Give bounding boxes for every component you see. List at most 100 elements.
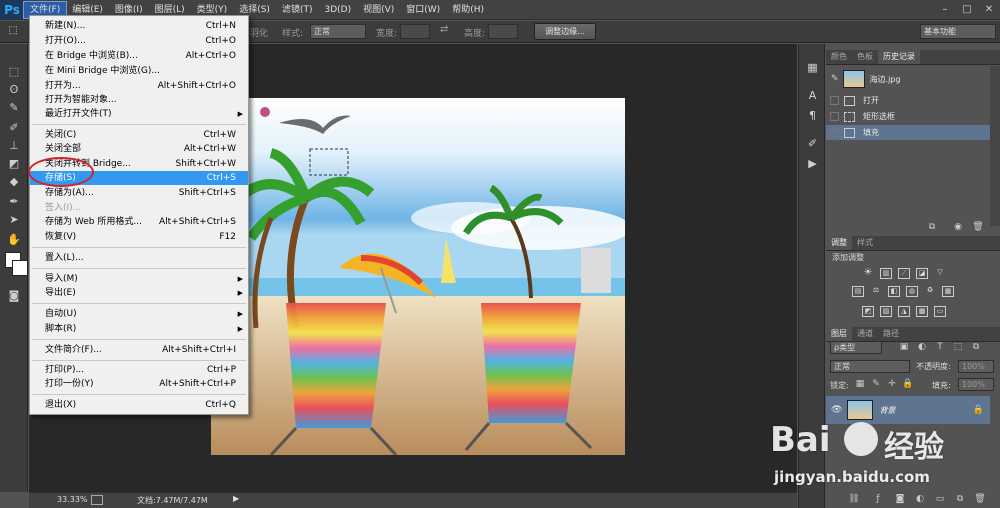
history-state-open[interactable]: 打开 [826, 93, 990, 108]
filter-pixel-icon[interactable]: ▣ [898, 341, 910, 353]
menu-item-automate[interactable]: 自动(U) ▶ [30, 307, 248, 321]
tool-presets-icon[interactable]: ✐ [804, 136, 821, 152]
quick-mask-icon[interactable]: ◙ [5, 288, 23, 304]
menu-item-open-smart-object[interactable]: 打开为智能对象... [30, 93, 248, 107]
style-select[interactable]: 正常 [310, 24, 366, 39]
threshold-icon[interactable]: ◮ [898, 306, 910, 317]
trash-icon[interactable]: 🗑 [972, 221, 984, 233]
lock-image-icon[interactable]: ✎ [870, 378, 882, 390]
menu-item-browse-bridge[interactable]: 在 Bridge 中浏览(B)... Alt+Ctrl+O [30, 49, 248, 63]
menu-item-new[interactable]: 新建(N)... Ctrl+N [30, 19, 248, 33]
history-checkbox[interactable] [830, 96, 839, 105]
exposure-icon[interactable]: ◪ [916, 268, 928, 279]
brightness-icon[interactable]: ☀ [862, 268, 874, 279]
path-select-tool-icon[interactable]: ➤ [5, 212, 23, 228]
menu-item-export[interactable]: 导出(E) ▶ [30, 286, 248, 300]
paragraph-panel-icon[interactable]: ¶ [804, 108, 821, 124]
arrange-panels-icon[interactable]: ▦ [804, 60, 821, 76]
tab-paths[interactable]: 路径 [878, 327, 904, 341]
menu-item-browse-mini-bridge[interactable]: 在 Mini Bridge 中浏览(G)... [30, 64, 248, 78]
status-menu-arrow-icon[interactable]: ▶ [233, 494, 239, 503]
refine-edge-button[interactable]: 调整边缘... [534, 23, 596, 40]
gradient-map-icon[interactable]: ▭ [934, 306, 946, 317]
photo-filter-icon[interactable]: ◍ [906, 286, 918, 297]
zoom-level[interactable]: 33.33% [57, 495, 88, 504]
menu-filter[interactable]: 滤镜(T) [276, 2, 319, 18]
filter-adjust-icon[interactable]: ◐ [916, 341, 928, 353]
vibrance-icon[interactable]: ▽ [934, 268, 946, 279]
close-icon[interactable]: ✕ [978, 0, 1000, 20]
tab-channels[interactable]: 通道 [852, 327, 878, 341]
menu-item-print[interactable]: 打印(P)... Ctrl+P [30, 363, 248, 377]
selective-color-icon[interactable]: ▩ [916, 306, 928, 317]
invert-icon[interactable]: ◩ [862, 306, 874, 317]
character-panel-icon[interactable]: A [804, 88, 821, 104]
menu-item-close-all[interactable]: 关闭全部 Alt+Ctrl+W [30, 142, 248, 156]
height-field[interactable] [488, 24, 518, 39]
actions-play-icon[interactable]: ▶ [804, 156, 821, 172]
tab-swatches[interactable]: 色板 [852, 50, 878, 64]
visibility-eye-icon[interactable]: 👁 [831, 405, 842, 415]
history-checkbox[interactable] [830, 112, 839, 121]
brush-tool-icon[interactable]: ✐ [5, 120, 23, 136]
hue-saturation-icon[interactable]: ▤ [852, 286, 864, 297]
tab-color[interactable]: 颜色 [826, 50, 852, 64]
tab-layers[interactable]: 图层 [826, 327, 852, 341]
menu-item-exit[interactable]: 退出(X) Ctrl+Q [30, 398, 248, 412]
lasso-tool-icon[interactable]: ʘ [5, 82, 23, 98]
color-balance-icon[interactable]: ⚖ [870, 286, 882, 297]
pen-tool-icon[interactable]: ✒ [5, 194, 23, 210]
tab-history[interactable]: 历史记录 [878, 50, 920, 64]
menu-item-open-as[interactable]: 打开为... Alt+Shift+Ctrl+O [30, 79, 248, 93]
history-state-marquee[interactable]: 矩形选框 [826, 109, 990, 124]
menu-item-import[interactable]: 导入(M) ▶ [30, 272, 248, 286]
new-document-from-state-icon[interactable]: ⧉ [926, 221, 938, 233]
menu-view[interactable]: 视图(V) [357, 2, 400, 18]
menu-item-recent-files[interactable]: 最近打开文件(T) ▶ [30, 107, 248, 121]
lock-transparent-icon[interactable]: ▦ [854, 378, 866, 390]
filter-type-icon[interactable]: T [934, 341, 946, 353]
history-snapshot[interactable]: ✎ 海边.jpg [826, 66, 990, 92]
blur-tool-icon[interactable]: ◆ [5, 174, 23, 190]
layer-kind-filter[interactable]: ρ类型 [830, 341, 882, 354]
tab-styles[interactable]: 样式 [852, 236, 878, 250]
menu-item-file-info[interactable]: 文件简介(F)... Alt+Shift+Ctrl+I [30, 343, 248, 357]
marquee-tool-icon[interactable]: ⬚ [5, 64, 23, 80]
history-state-fill[interactable]: 填充 [826, 125, 990, 140]
swap-icon[interactable]: ⇄ [440, 24, 448, 35]
menu-help[interactable]: 帮助(H) [446, 2, 490, 18]
blend-mode-select[interactable]: 正常 [830, 360, 910, 373]
history-scrollbar[interactable] [990, 66, 1000, 226]
quick-select-tool-icon[interactable]: ✎ [5, 100, 23, 116]
menu-3d[interactable]: 3D(D) [318, 2, 357, 18]
menu-item-save-as[interactable]: 存储为(A)... Shift+Ctrl+S [30, 186, 248, 200]
camera-snapshot-icon[interactable]: ◉ [952, 221, 964, 233]
tab-adjustments[interactable]: 调整 [826, 236, 852, 250]
filter-smart-icon[interactable]: ⧉ [970, 341, 982, 353]
eraser-tool-icon[interactable]: ◩ [5, 156, 23, 172]
workspace-select[interactable]: 基本功能 [920, 24, 996, 39]
opacity-field[interactable]: 100% [958, 360, 994, 373]
menu-item-close[interactable]: 关闭(C) Ctrl+W [30, 128, 248, 142]
lock-all-icon[interactable]: 🔒 [902, 378, 914, 390]
menu-item-print-one-copy[interactable]: 打印一份(Y) Alt+Shift+Ctrl+P [30, 377, 248, 391]
levels-icon[interactable]: ▥ [880, 268, 892, 279]
layer-name[interactable]: 背景 [879, 405, 895, 416]
stamp-tool-icon[interactable]: ⊥ [5, 138, 23, 154]
maximize-icon[interactable]: □ [956, 0, 978, 20]
color-lookup-icon[interactable]: ▦ [942, 286, 954, 297]
channel-mixer-icon[interactable]: ♻ [924, 286, 936, 297]
marquee-preset-icon[interactable]: ⬚ [4, 23, 22, 39]
posterize-icon[interactable]: ▨ [880, 306, 892, 317]
filter-shape-icon[interactable]: ⬚ [952, 341, 964, 353]
menu-item-scripts[interactable]: 脚本(R) ▶ [30, 322, 248, 336]
width-field[interactable] [400, 24, 430, 39]
hand-tool-icon[interactable]: ✋ [5, 232, 23, 248]
menu-window[interactable]: 窗口(W) [400, 2, 446, 18]
lock-position-icon[interactable]: ✛ [886, 378, 898, 390]
menu-item-save-for-web[interactable]: 存储为 Web 所用格式... Alt+Shift+Ctrl+S [30, 215, 248, 229]
background-color-swatch[interactable] [12, 260, 28, 276]
menu-item-place[interactable]: 置入(L)... [30, 251, 248, 265]
curves-icon[interactable]: ⟋ [898, 268, 910, 279]
minimize-icon[interactable]: – [934, 0, 956, 20]
